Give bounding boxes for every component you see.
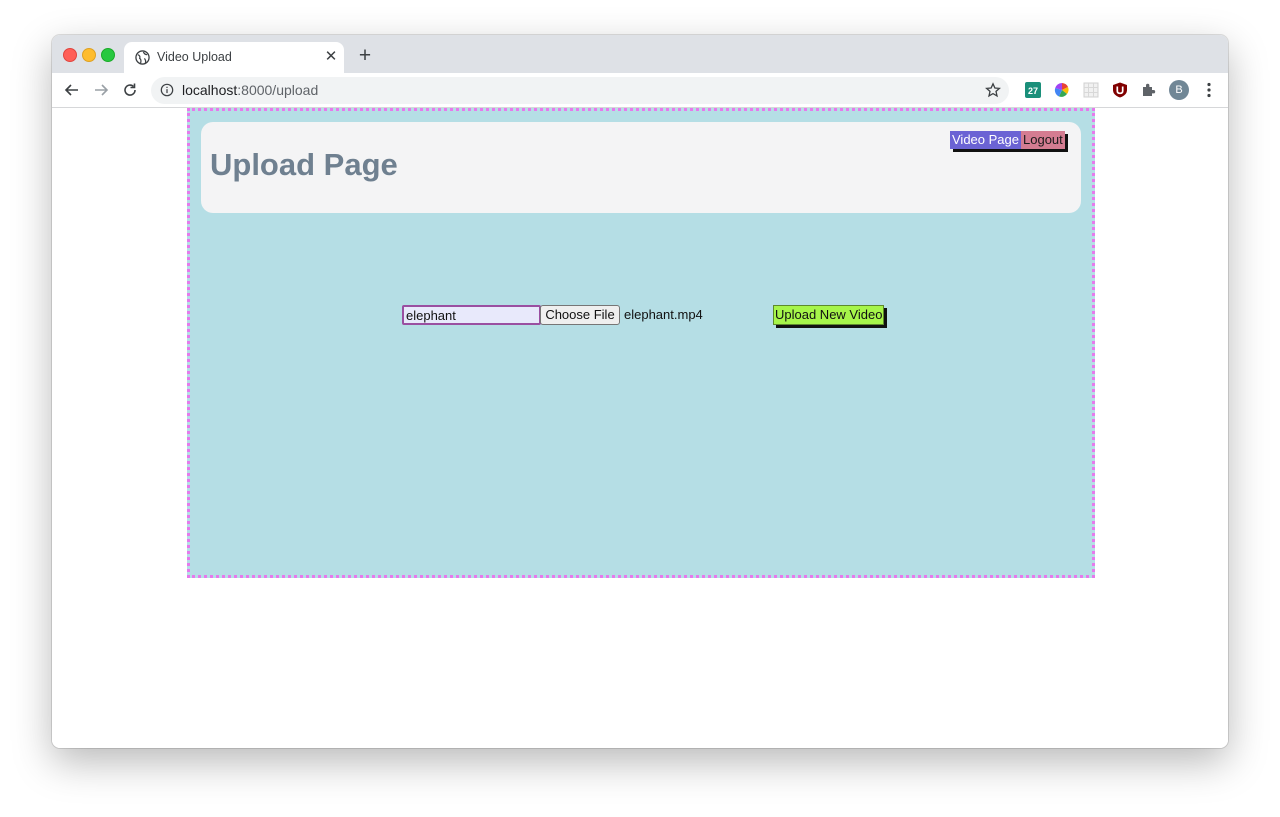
forward-arrow-icon[interactable]	[91, 80, 111, 100]
menu-kebab-icon[interactable]	[1201, 80, 1217, 100]
url-text: localhost:8000/upload	[182, 82, 318, 98]
grid-icon[interactable]	[1083, 82, 1099, 98]
logout-button[interactable]: Logout	[1021, 131, 1065, 149]
color-wheel-icon[interactable]	[1054, 82, 1070, 98]
page-header: Upload Page Video Page Logout	[201, 122, 1081, 213]
tab-strip: Video Upload ✕ +	[52, 35, 1228, 73]
video-page-button[interactable]: Video Page	[950, 131, 1021, 149]
ublock-icon[interactable]	[1112, 82, 1128, 98]
page-viewport: Upload Page Video Page Logout Choose Fil…	[52, 108, 1228, 748]
reload-icon[interactable]	[120, 80, 140, 100]
maximize-window-button[interactable]	[101, 48, 115, 62]
selected-file-name: elephant.mp4	[624, 307, 703, 322]
url-path: :8000/upload	[237, 82, 319, 98]
calendar-27-text: 27	[1028, 86, 1038, 96]
upload-new-video-button[interactable]: Upload New Video	[773, 305, 885, 325]
info-icon[interactable]	[160, 83, 175, 98]
tab-title: Video Upload	[157, 50, 232, 64]
video-name-input[interactable]	[402, 305, 541, 325]
page-container: Upload Page Video Page Logout Choose Fil…	[187, 108, 1095, 578]
page-title: Upload Page	[210, 147, 398, 182]
back-arrow-icon[interactable]	[62, 80, 82, 100]
choose-file-button[interactable]: Choose File	[540, 305, 620, 325]
tab-close-icon[interactable]: ✕	[323, 49, 339, 65]
address-bar[interactable]: localhost:8000/upload	[151, 77, 1009, 104]
new-tab-icon[interactable]: +	[355, 45, 375, 66]
profile-avatar[interactable]: B	[1169, 80, 1189, 100]
close-window-button[interactable]	[63, 48, 77, 62]
browser-window: Video Upload ✕ + localhost:8000/upload 2…	[52, 35, 1228, 748]
calendar-27-icon[interactable]: 27	[1025, 82, 1041, 98]
minimize-window-button[interactable]	[82, 48, 96, 62]
bookmark-star-icon[interactable]	[985, 82, 1002, 99]
browser-toolbar: localhost:8000/upload 27 B	[52, 73, 1228, 108]
globe-icon	[135, 50, 150, 65]
url-host: localhost	[182, 82, 238, 98]
puzzle-icon[interactable]	[1141, 82, 1157, 98]
tab-video-upload[interactable]: Video Upload ✕	[124, 42, 344, 73]
